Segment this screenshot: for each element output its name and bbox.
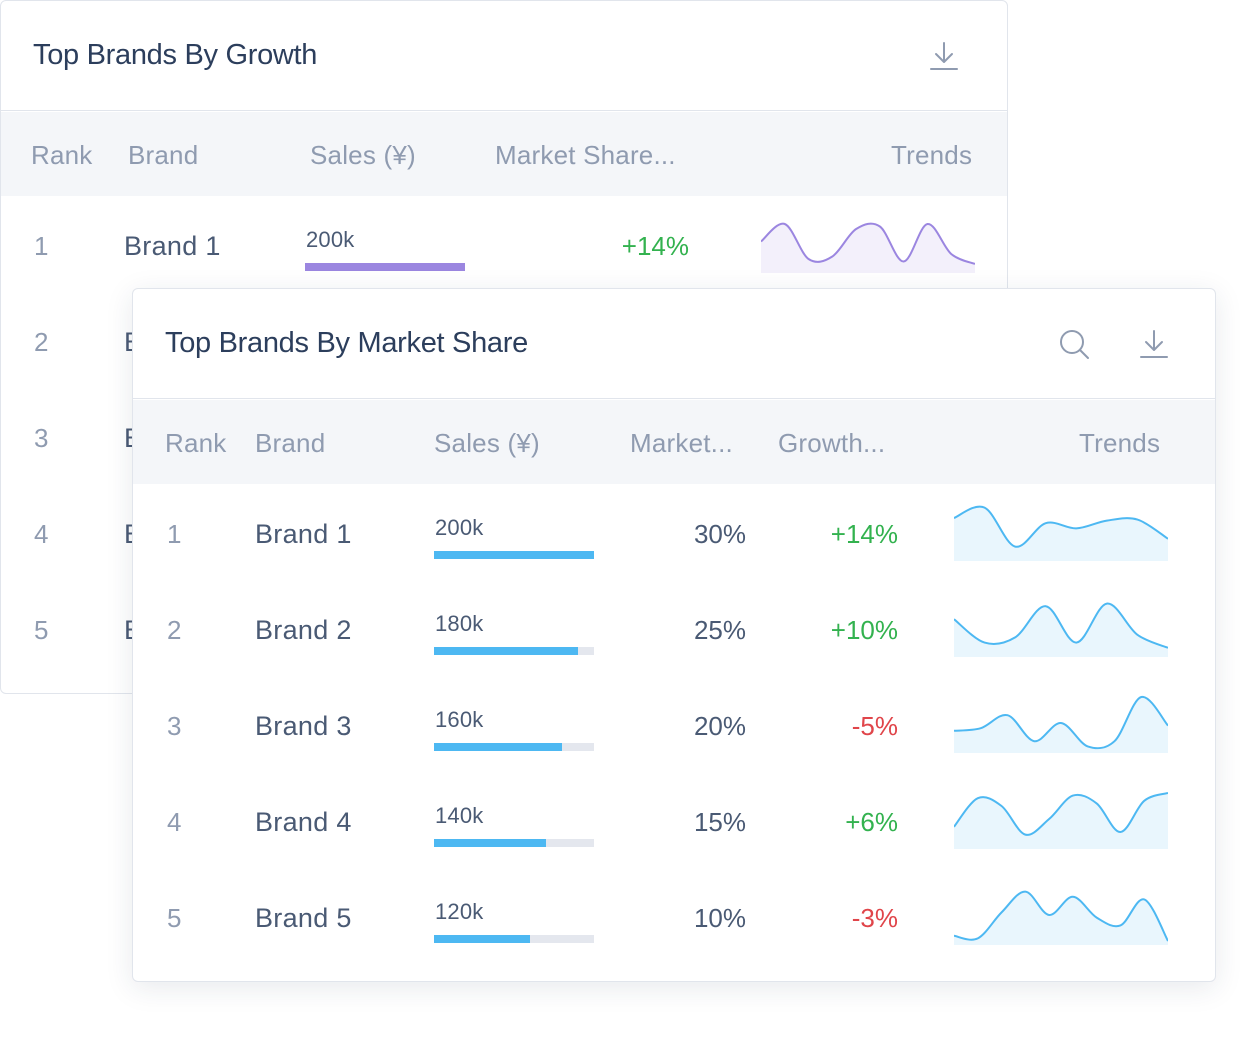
rank-cell: 1 (34, 231, 49, 261)
table-row[interactable]: 1 Brand 1 200k 30% +14% (133, 485, 1215, 581)
market-share-cell: 20% (693, 711, 746, 741)
rank-cell: 5 (34, 615, 49, 645)
sales-bar (305, 263, 465, 271)
sales-value: 200k (306, 227, 355, 252)
column-rank[interactable]: Rank (31, 140, 93, 171)
download-icon[interactable] (927, 39, 961, 73)
brand-cell[interactable]: Brand 2 (255, 615, 352, 646)
sales-bar (434, 935, 594, 943)
sales-value: 160k (435, 707, 484, 732)
sparkline-area (954, 793, 1168, 849)
column-trends[interactable]: Trends (891, 140, 972, 171)
sparkline-area (954, 891, 1168, 945)
rank-cell: 1 (167, 519, 182, 549)
market-share-cell: 15% (693, 807, 746, 837)
trend-cell (954, 885, 1168, 945)
column-sales[interactable]: Sales (¥) (310, 140, 416, 171)
search-icon[interactable] (1057, 327, 1091, 361)
sales-value: 200k (435, 515, 484, 540)
column-market-share[interactable]: Market... (630, 428, 733, 459)
sparkline (954, 602, 1168, 657)
sales-bar-fill (434, 647, 578, 655)
column-growth[interactable]: Growth... (778, 428, 885, 459)
rank-cell: 5 (167, 903, 182, 933)
growth-cell: +6% (845, 807, 898, 837)
column-brand[interactable]: Brand (128, 140, 198, 171)
sparkline (761, 222, 975, 273)
sales-bar-fill (434, 743, 562, 751)
sales-bar (434, 743, 594, 751)
growth-cell: +14% (830, 519, 898, 549)
panel-title: Top Brands By Growth (33, 39, 318, 71)
sparkline (954, 890, 1168, 945)
table-row[interactable]: 1 Brand 1 200k +14% (1, 197, 1007, 293)
trend-cell (954, 789, 1168, 849)
sales-bar-fill (305, 263, 465, 271)
trend-cell (954, 693, 1168, 753)
table-header: Rank Brand Sales (¥) Market... Growth...… (133, 400, 1215, 484)
column-trends[interactable]: Trends (1079, 428, 1160, 459)
rank-cell: 4 (34, 519, 49, 549)
growth-cell: +14% (621, 231, 689, 261)
brand-cell[interactable]: Brand 5 (255, 903, 352, 934)
growth-cell: +10% (830, 615, 898, 645)
sales-bar (434, 647, 594, 655)
brand-cell[interactable]: Brand 1 (124, 231, 221, 262)
sparkline (954, 792, 1168, 849)
column-market-share[interactable]: Market Share... (495, 140, 676, 171)
trend-cell (954, 501, 1168, 561)
rank-cell: 2 (167, 615, 182, 645)
sales-bar-fill (434, 935, 530, 943)
sparkline (954, 505, 1168, 561)
column-sales[interactable]: Sales (¥) (434, 428, 540, 459)
sales-bar (434, 551, 594, 559)
brand-cell[interactable]: Brand 4 (255, 807, 352, 838)
sales-value: 140k (435, 803, 484, 828)
sparkline-area (761, 223, 975, 273)
table-header: Rank Brand Sales (¥) Market Share... Tre… (1, 112, 1007, 196)
sales-bar-fill (434, 551, 594, 559)
sparkline-area (954, 603, 1168, 657)
brand-cell[interactable]: Brand 3 (255, 711, 352, 742)
table-row[interactable]: 3 Brand 3 160k 20% -5% (133, 677, 1215, 773)
trend-cell (761, 215, 975, 273)
sparkline (954, 695, 1168, 753)
panel-header: Top Brands By Market Share (133, 289, 1215, 399)
sparkline-area (954, 506, 1168, 561)
rank-cell: 3 (167, 711, 182, 741)
panel-title: Top Brands By Market Share (165, 327, 528, 359)
sales-bar-fill (434, 839, 546, 847)
market-share-panel: Top Brands By Market Share Rank Brand Sa… (132, 288, 1216, 982)
market-share-cell: 25% (693, 615, 746, 645)
sales-value: 120k (435, 899, 484, 924)
panel-header: Top Brands By Growth (1, 1, 1007, 111)
table-row[interactable]: 5 Brand 5 120k 10% -3% (133, 869, 1215, 965)
rank-cell: 3 (34, 423, 49, 453)
table-row[interactable]: 2 Brand 2 180k 25% +10% (133, 581, 1215, 677)
market-share-cell: 10% (693, 903, 746, 933)
brand-cell[interactable]: Brand 1 (255, 519, 352, 550)
trend-cell (954, 597, 1168, 657)
column-brand[interactable]: Brand (255, 428, 325, 459)
sales-bar (434, 839, 594, 847)
market-share-cell: 30% (693, 519, 746, 549)
table-row[interactable]: 4 Brand 4 140k 15% +6% (133, 773, 1215, 869)
rank-cell: 4 (167, 807, 182, 837)
growth-cell: -5% (851, 711, 898, 741)
rank-cell: 2 (34, 327, 49, 357)
sales-value: 180k (435, 611, 484, 636)
download-icon[interactable] (1137, 327, 1171, 361)
column-rank[interactable]: Rank (165, 428, 227, 459)
growth-cell: -3% (851, 903, 898, 933)
